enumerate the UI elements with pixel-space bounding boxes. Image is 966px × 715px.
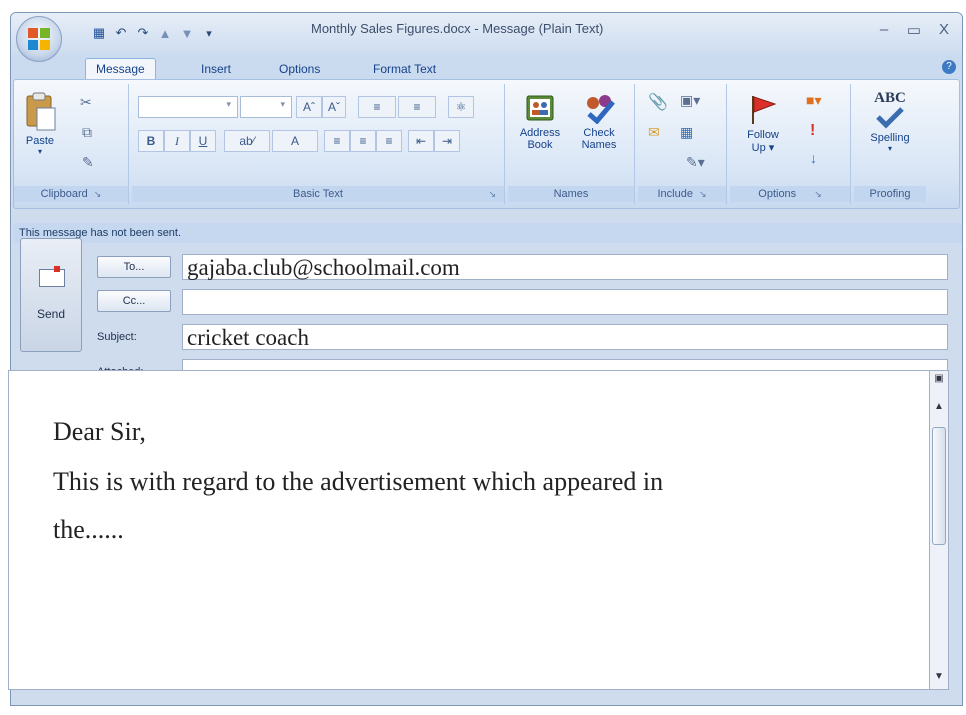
send-label: Send [36, 307, 66, 321]
ruler-toggle-icon[interactable]: ▣ [932, 373, 946, 384]
redo-icon[interactable]: ↷ [135, 25, 151, 41]
check-names-label-2: Names [581, 139, 617, 151]
body-line-2: This is with regard to the advertisement… [53, 467, 664, 496]
decrease-indent-icon[interactable]: ⇤ [408, 130, 434, 152]
check-names-label-1: Check [583, 127, 615, 139]
scroll-thumb[interactable] [932, 427, 946, 545]
paste-button[interactable]: Paste ▾ [20, 92, 60, 156]
scroll-up-icon[interactable]: ▲ [932, 401, 946, 412]
attach-item-icon[interactable]: ✉ [648, 124, 660, 141]
close-button[interactable]: X [931, 21, 957, 38]
align-right-icon[interactable]: ≡ [376, 130, 402, 152]
minimize-button[interactable]: – [871, 21, 897, 38]
subject-field[interactable]: cricket coach [182, 324, 948, 350]
check-names-icon [587, 95, 615, 124]
address-book-label-1: Address [519, 127, 561, 139]
follow-up-button[interactable]: Follow Up ▾ [736, 92, 790, 154]
include-group: 📎 ▣▾ ✉ ▦ ✎▾ Include ↘ [638, 84, 727, 204]
tab-options[interactable]: Options [269, 59, 330, 79]
align-left-icon[interactable]: ≡ [324, 130, 350, 152]
follow-up-label-1: Follow [747, 129, 779, 141]
maximize-button[interactable]: ▭ [901, 21, 927, 39]
address-book-button[interactable]: Address Book [512, 92, 568, 151]
body-line-3: the...... [53, 515, 124, 544]
address-book-icon [526, 95, 554, 121]
clipboard-group-label: Clipboard ↘ [14, 186, 128, 202]
spelling-label: Spelling [870, 132, 910, 144]
shrink-font-icon[interactable]: Aˇ [322, 96, 346, 118]
title-bar: ▦ ↶ ↷ ▲ ▼ ▾ Monthly Sales Figures.docx -… [11, 13, 962, 55]
bullets-icon[interactable]: ≡ [358, 96, 396, 118]
body-line-1: Dear Sir, [53, 417, 146, 446]
format-painter-icon[interactable]: ✎ [82, 154, 94, 171]
proofing-group: ABC Spelling ▾ Proofing [854, 84, 926, 204]
underline-icon[interactable]: U [190, 130, 216, 152]
clear-formatting-icon[interactable]: ⚛ [448, 96, 474, 118]
paste-icon [26, 92, 56, 131]
basic-text-group: ▾ ▾ Aˆ Aˇ ≡ ≡ ⚛ B I U ab⁄ A ≡ ≡ ≡ ⇤ ⇥ Ba… [132, 84, 505, 204]
bold-icon[interactable]: B [138, 130, 164, 152]
next-item-icon[interactable]: ▼ [179, 26, 195, 41]
cc-button[interactable]: Cc... [97, 290, 171, 312]
window-title: Monthly Sales Figures.docx - Message (Pl… [311, 21, 604, 36]
tab-format-text[interactable]: Format Text [363, 59, 446, 79]
previous-item-icon[interactable]: ▲ [157, 26, 173, 41]
cc-field[interactable] [182, 289, 948, 315]
copy-icon[interactable]: ⧉ [82, 124, 92, 141]
business-card-icon[interactable]: ▣▾ [680, 92, 700, 109]
names-group: Address Book Check Names Names [508, 84, 635, 204]
save-icon[interactable]: ▦ [91, 25, 107, 41]
font-color-icon[interactable]: A [272, 130, 318, 152]
align-center-icon[interactable]: ≡ [350, 130, 376, 152]
info-bar: This message has not been sent. [13, 223, 962, 243]
grow-font-icon[interactable]: Aˆ [296, 96, 322, 118]
office-button[interactable] [16, 16, 62, 62]
font-name-combo[interactable]: ▾ [138, 96, 238, 118]
quick-access-toolbar: ▦ ↶ ↷ ▲ ▼ ▾ [91, 23, 217, 43]
calendar-icon[interactable]: ▦ [680, 124, 693, 141]
spelling-button[interactable]: ABC Spelling ▾ [858, 90, 922, 153]
check-names-button[interactable]: Check Names [570, 92, 628, 151]
high-importance-icon[interactable]: ! [810, 122, 815, 140]
vertical-scrollbar[interactable]: ▣ ▲ ▼ [929, 370, 949, 690]
options-group: Follow Up ▾ ■▾ ! ↓ Options ↘ [730, 84, 851, 204]
to-button[interactable]: To... [97, 256, 171, 278]
basic-text-group-label: Basic Text ↘ [132, 186, 504, 202]
to-field[interactable]: gajaba.club@schoolmail.com [182, 254, 948, 280]
customize-toolbar-icon[interactable]: ▾ [201, 27, 217, 40]
envelope-icon [39, 266, 65, 287]
clipboard-group: Paste ▾ ✂ ⧉ ✎ Clipboard ↘ [14, 84, 129, 204]
spelling-check-icon [876, 107, 904, 129]
subject-label: Subject: [97, 331, 137, 343]
office-logo-icon [28, 28, 50, 50]
attach-file-icon[interactable]: 📎 [648, 92, 668, 112]
low-importance-icon[interactable]: ↓ [810, 150, 817, 166]
follow-up-label-2: Up ▾ [751, 142, 775, 154]
font-size-combo[interactable]: ▾ [240, 96, 292, 118]
send-button[interactable]: Send [20, 238, 82, 352]
message-body[interactable]: Dear Sir, This is with regard to the adv… [8, 370, 930, 690]
tab-insert[interactable]: Insert [191, 59, 241, 79]
flag-icon [752, 96, 777, 124]
proofing-group-label: Proofing [854, 186, 926, 202]
italic-icon[interactable]: I [164, 130, 190, 152]
scroll-down-icon[interactable]: ▼ [932, 671, 946, 682]
signature-icon[interactable]: ✎▾ [686, 154, 705, 171]
categorize-icon[interactable]: ■▾ [806, 92, 821, 109]
undo-icon[interactable]: ↶ [113, 25, 129, 41]
names-group-label: Names [508, 186, 634, 202]
help-icon[interactable]: ? [942, 60, 956, 74]
address-book-label-2: Book [527, 139, 553, 151]
highlight-icon[interactable]: ab⁄ [224, 130, 270, 152]
ribbon: Paste ▾ ✂ ⧉ ✎ Clipboard ↘ ▾ ▾ Aˆ Aˇ ≡ ≡ ⚛… [13, 79, 960, 209]
increase-indent-icon[interactable]: ⇥ [434, 130, 460, 152]
tab-message[interactable]: Message [85, 58, 156, 79]
options-group-label: Options ↘ [730, 186, 850, 202]
abc-icon: ABC [874, 90, 906, 106]
cut-icon[interactable]: ✂ [80, 94, 92, 111]
paste-label: Paste [25, 135, 55, 147]
numbering-icon[interactable]: ≡ [398, 96, 436, 118]
include-group-label: Include ↘ [638, 186, 726, 202]
ribbon-tabs: Message Insert Options Format Text [11, 55, 962, 79]
